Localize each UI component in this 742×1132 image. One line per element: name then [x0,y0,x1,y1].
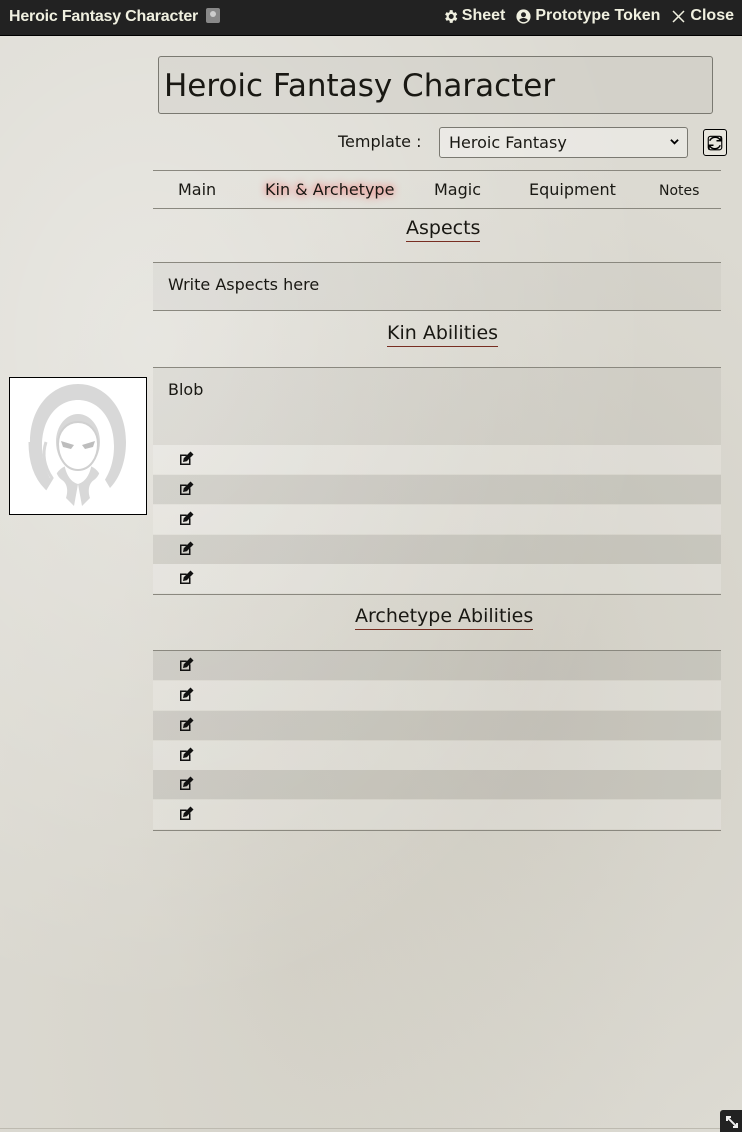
template-select-value: Heroic Fantasy [449,133,567,152]
kin-ability-row[interactable] [153,564,721,593]
archetype-ability-row[interactable] [153,741,721,770]
edit-icon[interactable] [177,716,195,734]
kin-ability-row[interactable] [153,475,721,504]
book-icon[interactable] [206,8,221,23]
sheet-tabs: Main Kin & Archetype Magic Equipment Not… [153,170,721,209]
resize-icon [726,1116,738,1128]
tab-kin-archetype[interactable]: Kin & Archetype [265,180,394,199]
archetype-ability-row[interactable] [153,681,721,710]
archetype-abilities-box [153,650,721,831]
kin-ability-row[interactable] [153,505,721,534]
character-name-input[interactable]: Heroic Fantasy Character [158,56,713,114]
template-select[interactable]: Heroic Fantasy [439,127,688,158]
edit-icon[interactable] [177,480,195,498]
archetype-abilities-heading: Archetype Abilities [355,604,534,630]
user-circle-icon [516,8,531,24]
template-label: Template : [338,132,422,151]
tab-equipment[interactable]: Equipment [529,180,616,199]
tab-magic[interactable]: Magic [434,180,481,199]
edit-icon[interactable] [177,569,195,587]
window-title: Heroic Fantasy Character [9,8,221,26]
archetype-ability-row[interactable] [153,800,721,829]
hooded-figure-icon [28,384,126,506]
edit-icon[interactable] [177,746,195,764]
edit-icon[interactable] [177,775,195,793]
aspects-text: Write Aspects here [168,275,320,294]
prototype-token-button[interactable]: Prototype Token [515,7,660,25]
close-icon [672,9,685,23]
kin-name: Blob [168,380,204,399]
kin-ability-row[interactable] [153,445,721,474]
resize-handle[interactable] [720,1110,742,1132]
aspects-field[interactable]: Write Aspects here [153,262,721,311]
refresh-template-button[interactable] [703,129,727,156]
archetype-ability-row[interactable] [153,651,721,680]
window-bottom-border [0,1128,742,1129]
aspects-heading: Aspects [406,216,481,242]
close-label: Close [690,7,734,24]
kin-field[interactable]: Blob [153,368,721,445]
window-title-text: Heroic Fantasy Character [9,8,199,25]
archetype-ability-row[interactable] [153,770,721,799]
chevron-down-icon [670,139,679,145]
archetype-ability-row[interactable] [153,711,721,740]
gear-icon [444,9,458,23]
sheet-label: Sheet [461,7,506,24]
kin-abilities-box: Blob [153,367,721,595]
tab-main[interactable]: Main [178,180,216,199]
window-titlebar[interactable]: Heroic Fantasy Character Sheet Prototype… [0,0,742,36]
edit-icon[interactable] [177,450,195,468]
prototype-token-label: Prototype Token [535,7,661,24]
edit-icon[interactable] [177,805,195,823]
edit-icon[interactable] [177,656,195,674]
tab-notes[interactable]: Notes [659,183,699,199]
edit-icon[interactable] [177,510,195,528]
character-portrait[interactable] [9,377,147,515]
sheet-button[interactable]: Sheet [442,7,506,25]
edit-icon[interactable] [177,686,195,704]
edit-icon[interactable] [177,540,195,558]
close-button[interactable]: Close [670,7,734,25]
kin-ability-row[interactable] [153,535,721,564]
kin-abilities-heading: Kin Abilities [387,321,499,347]
refresh-icon [707,135,723,150]
